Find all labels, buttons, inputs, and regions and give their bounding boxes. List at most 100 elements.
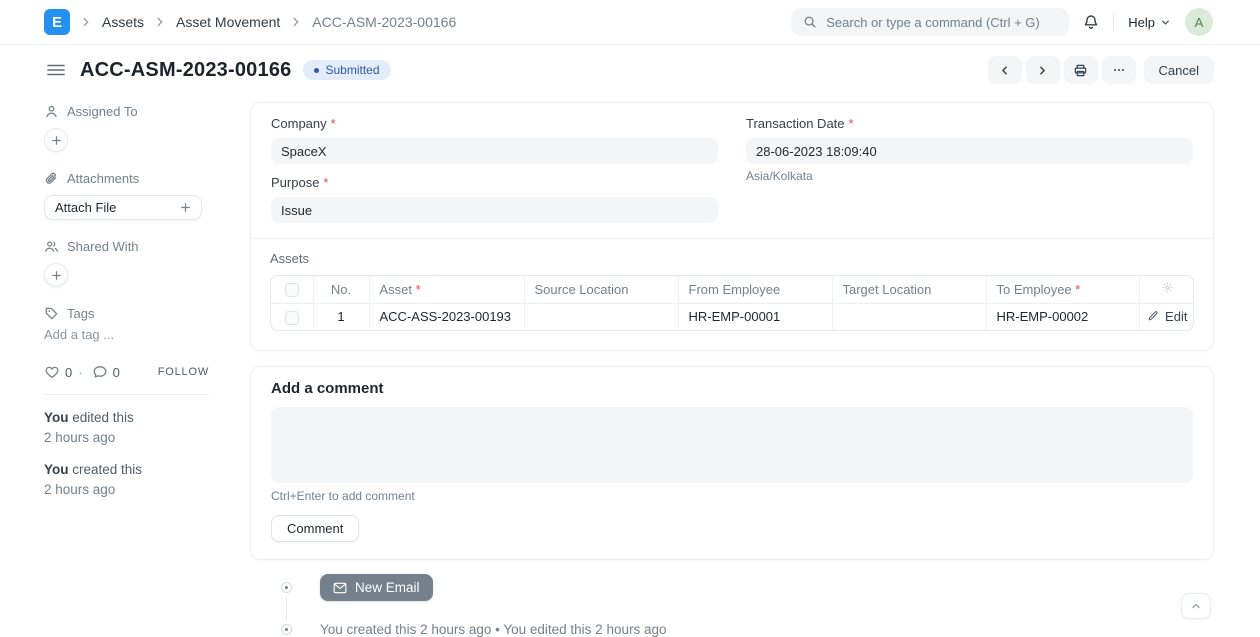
timeline-dot-icon — [281, 582, 292, 593]
activity-action: edited this — [72, 410, 134, 425]
timeline-activity-text: You created this 2 hours ago • You edite… — [320, 622, 667, 637]
add-tag-input[interactable]: Add a tag ... — [44, 327, 209, 342]
purpose-field: Purpose * Issue — [271, 175, 718, 223]
chevron-up-icon — [1190, 600, 1202, 612]
company-input[interactable]: SpaceX — [271, 138, 718, 164]
shared-with-section: Shared With — [44, 239, 209, 287]
activity-user: You — [44, 462, 69, 477]
add-assignment-button[interactable] — [44, 128, 68, 152]
navbar-actions: Help A — [791, 8, 1213, 36]
heart-icon[interactable] — [44, 364, 60, 380]
row-target-location[interactable] — [832, 303, 986, 330]
row-no: 1 — [313, 303, 369, 330]
comment-card: Add a comment Ctrl+Enter to add comment … — [250, 366, 1214, 560]
user-icon — [44, 104, 59, 119]
grid-row-1[interactable]: 1 ACC-ASS-2023-00193 HR-EMP-00001 HR-EMP… — [271, 303, 1194, 330]
required-marker: * — [331, 116, 336, 131]
row-checkbox[interactable] — [285, 311, 299, 325]
select-all-checkbox[interactable] — [285, 283, 299, 297]
transaction-date-field: Transaction Date * 28-06-2023 18:09:40 A… — [746, 116, 1193, 183]
attachments-label: Attachments — [67, 171, 139, 186]
divider — [44, 394, 209, 395]
grid-header-row: No. Asset * Source Location From Employe… — [271, 276, 1194, 303]
form-sidebar: Assigned To Attachments Attach File — [44, 100, 209, 637]
dot-separator: · — [78, 365, 82, 380]
attach-file-button[interactable]: Attach File — [44, 195, 202, 220]
assets-section-label: Assets — [270, 251, 1194, 266]
follow-button[interactable]: FOLLOW — [158, 366, 209, 378]
assets-section: Assets No. Asset * — [251, 239, 1213, 350]
comment-button[interactable]: Comment — [271, 515, 359, 542]
users-icon — [44, 239, 59, 254]
purpose-input[interactable]: Issue — [271, 197, 718, 223]
required-marker: * — [1075, 282, 1080, 297]
paperclip-icon — [44, 171, 59, 186]
status-dot-icon — [314, 68, 319, 73]
content: Assigned To Attachments Attach File — [0, 92, 1260, 637]
cancel-button[interactable]: Cancel — [1144, 56, 1214, 84]
new-email-button[interactable]: New Email — [320, 574, 433, 601]
column-source-location: Source Location — [524, 276, 678, 303]
navbar: E Assets Asset Movement ACC-ASM-2023-001… — [0, 0, 1260, 45]
comment-hint: Ctrl+Enter to add comment — [271, 489, 1193, 503]
print-button[interactable] — [1064, 56, 1098, 84]
comment-input[interactable] — [271, 407, 1193, 483]
row-from-employee[interactable]: HR-EMP-00001 — [678, 303, 832, 330]
purpose-label: Purpose — [271, 175, 319, 190]
comments-count: 0 — [113, 365, 120, 380]
page-header: ACC-ASM-2023-00166 Submitted Cancel — [0, 45, 1260, 92]
grid-settings-gear-icon[interactable] — [1161, 281, 1174, 294]
activity-time: 2 hours ago — [44, 482, 115, 497]
timeline-item-new-email: New Email — [281, 574, 1214, 601]
form-main: Company * SpaceX Purpose * Issue — [250, 100, 1214, 637]
notifications-bell-icon[interactable] — [1083, 14, 1099, 30]
breadcrumb-asset-movement[interactable]: Asset Movement — [176, 14, 280, 30]
row-edit-button[interactable]: Edit — [1147, 309, 1187, 324]
add-comment-heading: Add a comment — [271, 380, 1193, 397]
form-card: Company * SpaceX Purpose * Issue — [250, 102, 1214, 351]
search-input[interactable] — [826, 15, 1057, 30]
erpnext-logo-icon[interactable]: E — [44, 9, 70, 35]
activity-user: You — [44, 410, 69, 425]
activity-action: created this — [72, 462, 142, 477]
required-marker: * — [849, 116, 854, 131]
help-label: Help — [1128, 15, 1155, 30]
timeline: New Email You created this 2 hours ago •… — [281, 574, 1214, 637]
row-asset[interactable]: ACC-ASS-2023-00193 — [369, 303, 524, 330]
sidebar-toggle-icon[interactable] — [44, 60, 68, 80]
scroll-to-top-button[interactable] — [1181, 593, 1211, 619]
required-marker: * — [323, 175, 328, 190]
row-to-employee[interactable]: HR-EMP-00002 — [986, 303, 1139, 330]
assets-grid: No. Asset * Source Location From Employe… — [270, 275, 1194, 331]
chevron-right-icon — [79, 15, 93, 29]
add-share-button[interactable] — [44, 263, 68, 287]
page-title: ACC-ASM-2023-00166 — [80, 59, 291, 82]
plus-icon — [180, 202, 191, 213]
attachments-section: Attachments Attach File — [44, 171, 209, 220]
menu-ellipsis-button[interactable] — [1102, 56, 1136, 84]
chevron-down-icon — [1160, 17, 1171, 28]
tags-section: Tags Add a tag ... — [44, 306, 209, 342]
help-menu[interactable]: Help — [1128, 15, 1171, 30]
timeline-dot-icon — [281, 624, 292, 635]
column-asset: Asset * — [369, 276, 524, 303]
transaction-date-input[interactable]: 28-06-2023 18:09:40 — [746, 138, 1193, 164]
comment-bubble-icon[interactable] — [92, 364, 108, 380]
previous-record-button[interactable] — [988, 56, 1022, 84]
breadcrumb: E Assets Asset Movement ACC-ASM-2023-001… — [44, 9, 456, 35]
avatar[interactable]: A — [1185, 8, 1213, 36]
global-search[interactable] — [791, 8, 1069, 36]
transaction-date-label: Transaction Date — [746, 116, 845, 131]
breadcrumb-assets[interactable]: Assets — [102, 14, 144, 30]
status-label: Submitted — [325, 63, 379, 77]
likes-count: 0 — [65, 365, 72, 380]
column-to-employee: To Employee * — [986, 276, 1139, 303]
sidebar-activity-created: You created this 2 hours ago — [44, 460, 209, 499]
company-field: Company * SpaceX — [271, 116, 718, 164]
breadcrumb-current: ACC-ASM-2023-00166 — [312, 14, 456, 30]
timeline-item-activity: You created this 2 hours ago • You edite… — [281, 622, 1214, 637]
row-source-location[interactable] — [524, 303, 678, 330]
shared-with-label: Shared With — [67, 239, 139, 254]
assigned-to-label: Assigned To — [67, 104, 138, 119]
next-record-button[interactable] — [1026, 56, 1060, 84]
